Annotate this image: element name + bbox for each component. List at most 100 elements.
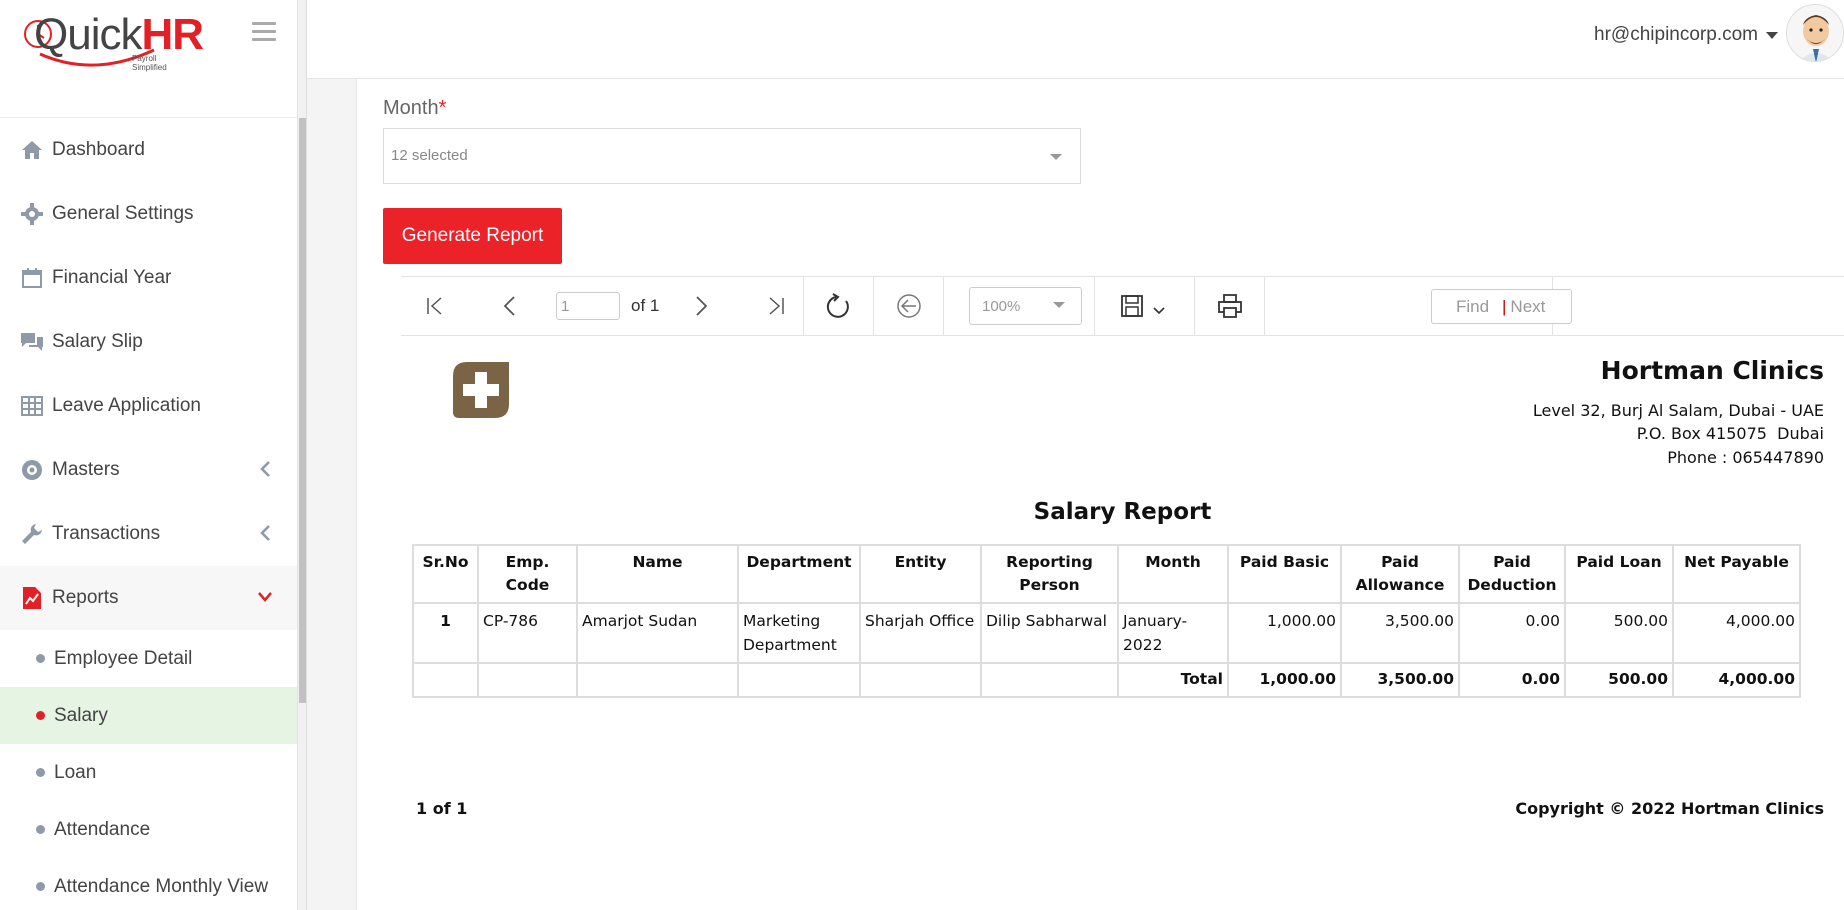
print-icon[interactable] [1217,293,1243,319]
last-page-icon[interactable] [764,293,790,319]
zoom-select[interactable]: 100% [969,287,1082,325]
sidebar-item-label: General Settings [52,203,194,224]
sidebar-subitem-label: Attendance [54,818,151,840]
toolbar-paging-group: of 1 [401,277,804,335]
required-mark: * [438,97,447,119]
month-label-text: Month [383,97,439,119]
chat-icon [20,330,44,354]
calendar-icon [20,266,44,290]
find-next-link[interactable]: | Next [1502,297,1545,317]
brand-area: QuickHR Payroll Simplified [0,0,297,118]
salary-report-table: Sr.No Emp. Code Name Department Entity R… [412,544,1801,698]
bullet-dot-icon [36,882,45,891]
cell-paid-allowance: 3,500.00 [1340,602,1460,664]
sidebar-item-label: Salary Slip [52,331,143,352]
cell-paid-deduction: 0.00 [1458,602,1566,664]
top-header: hr@chipincorp.com [307,0,1844,79]
sidebar-item-salary-slip[interactable]: Salary Slip [0,310,297,374]
menu-toggle-icon[interactable] [252,22,276,42]
logo-tagline: Payroll Simplified [132,54,167,72]
refresh-icon[interactable] [824,293,850,319]
settings-circle-icon [20,458,44,482]
report-page-indicator: 1 of 1 [416,799,468,818]
sidebar-nav: Dashboard General Settings Financial Yea… [0,118,297,910]
page-number-input[interactable] [556,292,620,320]
chevron-left-icon [259,460,275,480]
sidebar-item-leave-application[interactable]: Leave Application [0,374,297,438]
column-header: Department [737,544,861,604]
sidebar-subitem-loan[interactable]: Loan [0,744,297,801]
column-header: Net Payable [1672,544,1801,604]
generate-report-button[interactable]: Generate Report [383,208,562,264]
sidebar: QuickHR Payroll Simplified Dashboard Gen… [0,0,298,910]
scrollbar-thumb[interactable] [299,118,306,703]
cell-month: January-2022 [1117,602,1229,664]
avatar[interactable] [1786,4,1844,62]
cell-sr-no: 1 [412,602,479,664]
sidebar-item-transactions[interactable]: Transactions [0,502,297,566]
first-page-icon[interactable] [423,293,449,319]
sidebar-subitem-attendance-monthly-view[interactable]: Attendance Monthly View [0,858,297,910]
quickhr-logo[interactable]: QuickHR Payroll Simplified [24,10,204,74]
month-multiselect[interactable]: 12 selected [383,128,1081,184]
sidebar-item-financial-year[interactable]: Financial Year [0,246,297,310]
cell-empty [859,662,982,698]
column-header: Reporting Person [980,544,1119,604]
back-to-parent-icon[interactable] [896,293,922,319]
bullet-dot-icon [36,768,45,777]
column-header: Paid Loan [1564,544,1674,604]
sidebar-subitem-employee-detail[interactable]: Employee Detail [0,630,297,687]
sidebar-subitem-attendance[interactable]: Attendance [0,801,297,858]
cell-paid-loan: 500.00 [1564,602,1674,664]
user-menu[interactable]: hr@chipincorp.com [1594,24,1778,46]
user-email: hr@chipincorp.com [1594,24,1758,45]
clinic-logo-icon [453,362,509,418]
wrench-icon [20,522,44,546]
sidebar-item-label: Leave Application [52,395,201,416]
company-name: Hortman Clinics [1600,356,1824,385]
total-paid-allowance: 3,500.00 [1340,662,1460,698]
column-header: Name [576,544,739,604]
find-next-label: Next [1510,297,1546,316]
sidebar-subitem-label: Salary [54,704,108,726]
dropdown-arrow-icon [1050,154,1062,160]
user-avatar-icon [1787,5,1843,61]
sidebar-item-general-settings[interactable]: General Settings [0,182,297,246]
column-header: Paid Basic [1227,544,1342,604]
sidebar-subitem-salary[interactable]: Salary [0,687,297,744]
next-page-icon[interactable] [689,293,715,319]
sidebar-item-dashboard[interactable]: Dashboard [0,118,297,182]
sidebar-subitem-label: Loan [54,761,97,783]
sidebar-scrollbar[interactable] [298,0,307,910]
home-icon [20,138,44,162]
month-select-value: 12 selected [391,147,468,164]
column-header: Paid Allowance [1340,544,1460,604]
toolbar-refresh-group [804,277,874,335]
bullet-dot-icon [36,825,45,834]
cell-empty [477,662,578,698]
cell-emp-code: CP-786 [477,602,578,664]
table-row: 1 CP-786 Amarjot Sudan Marketing Departm… [412,602,1801,664]
total-net-payable: 4,000.00 [1672,662,1801,698]
company-phone: Phone : 065447890 [1667,448,1824,467]
previous-page-icon[interactable] [498,293,524,319]
sidebar-item-reports[interactable]: Reports [0,566,297,630]
report-chart-icon [20,586,44,610]
sidebar-item-label: Reports [52,587,119,608]
sidebar-item-label: Financial Year [52,267,172,288]
column-header: Sr.No [412,544,479,604]
app-root: QuickHR Payroll Simplified Dashboard Gen… [0,0,1844,910]
cell-empty [576,662,739,698]
column-header: Entity [859,544,982,604]
sidebar-subitem-label: Attendance Monthly View [54,875,269,897]
column-header: Month [1117,544,1229,604]
cell-paid-basic: 1,000.00 [1227,602,1342,664]
find-link[interactable]: Find [1456,297,1489,317]
sidebar-item-label: Dashboard [52,139,145,160]
save-export-icon[interactable] [1120,293,1170,319]
cell-entity: Sharjah Office [859,602,982,664]
company-address-line1: Level 32, Burj Al Salam, Dubai - UAE [1532,401,1824,420]
logo-text-hr: HR [141,10,204,59]
page-count-label: of 1 [631,296,660,315]
sidebar-item-masters[interactable]: Masters [0,438,297,502]
